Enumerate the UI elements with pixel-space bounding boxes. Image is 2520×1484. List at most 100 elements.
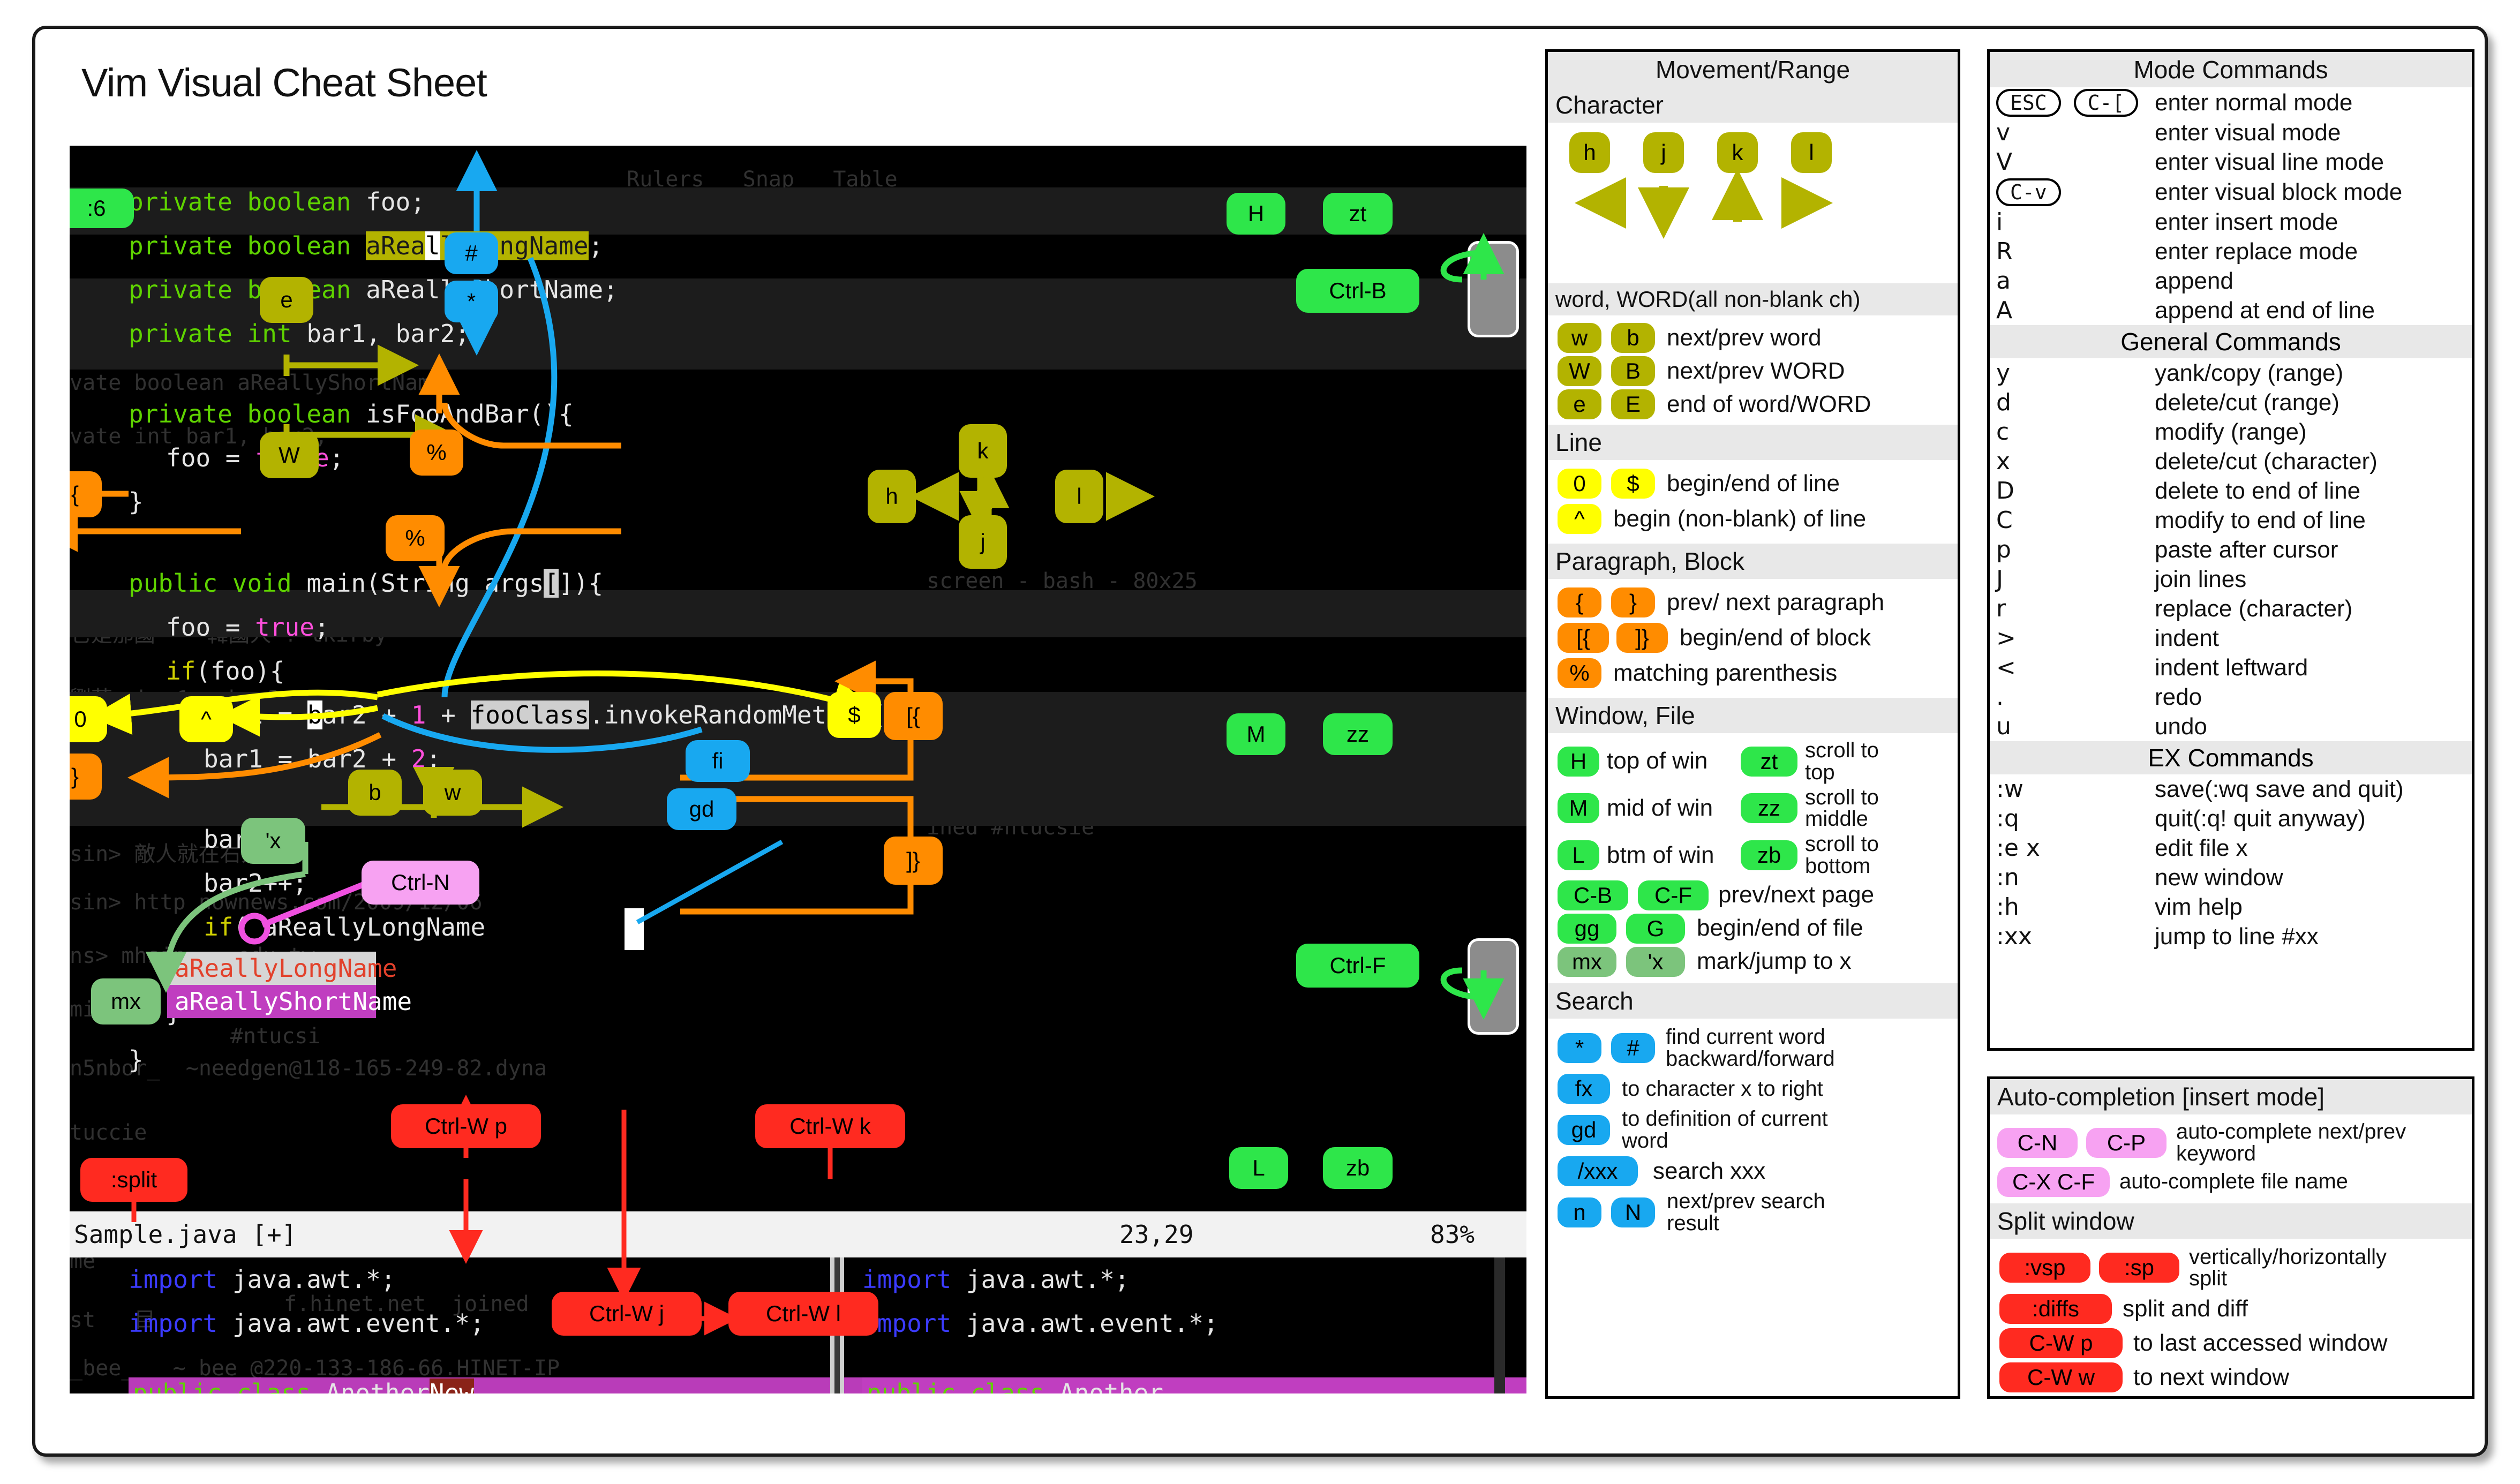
autocomplete-panel-title: Auto-completion [insert mode] <box>1990 1079 2472 1114</box>
badge-find-backward[interactable]: # <box>445 232 498 274</box>
key-zb[interactable]: zb <box>1741 840 1797 870</box>
badge-find-char[interactable]: fi <box>686 740 750 782</box>
key-star[interactable]: * <box>1558 1033 1601 1063</box>
key-ctrl-f[interactable]: C-F <box>1638 880 1709 910</box>
key-block-end[interactable]: ]} <box>1616 623 1668 653</box>
row-description: new window <box>2150 863 2472 892</box>
badge-window-down[interactable]: Ctrl-W j <box>552 1292 702 1336</box>
badge-forward-word[interactable]: w <box>423 770 482 816</box>
badge-top-of-window[interactable]: H <box>1227 193 1285 235</box>
character-direction-arrows <box>1548 123 1963 283</box>
key-R: R <box>1990 237 2150 266</box>
key-ctrl-w-p[interactable]: C-W p <box>1999 1328 2123 1358</box>
key-quote-x[interactable]: 'x <box>1626 947 1685 977</box>
badge-page-down[interactable]: Ctrl-F <box>1296 944 1419 988</box>
code-line: foo = true; <box>166 613 329 642</box>
badge-mid-of-window[interactable]: M <box>1227 713 1285 755</box>
key-diffs[interactable]: :diffs <box>1999 1294 2112 1324</box>
badge-next-paragraph[interactable]: } <box>70 754 102 800</box>
key-0[interactable]: 0 <box>1558 469 1601 499</box>
keycap-ctrl-bracket[interactable]: C-[ <box>2074 89 2139 117</box>
key-caret[interactable]: ^ <box>1558 504 1601 534</box>
badge-find-forward[interactable]: * <box>445 281 498 322</box>
key-percent[interactable]: % <box>1558 658 1601 688</box>
key-ctrl-x-ctrl-f[interactable]: C-X C-F <box>1997 1167 2110 1197</box>
key-slash-xxx[interactable]: /xxx <box>1558 1156 1638 1186</box>
key-ctrl-p[interactable]: C-P <box>2086 1128 2167 1158</box>
key-sp[interactable]: :sp <box>2099 1253 2179 1283</box>
badge-window-up[interactable]: Ctrl-W k <box>755 1104 905 1148</box>
key-M[interactable]: M <box>1558 793 1599 823</box>
key-fx[interactable]: fx <box>1558 1074 1610 1104</box>
key-brace-open[interactable]: { <box>1558 587 1601 617</box>
autocomplete-option[interactable]: aReallyLongName <box>167 952 376 985</box>
text-cursor <box>625 908 644 950</box>
keycap-esc[interactable]: ESC <box>1996 89 2061 117</box>
key-dollar[interactable]: $ <box>1611 469 1655 499</box>
key-block-begin[interactable]: [{ <box>1558 623 1609 653</box>
row-description: append <box>2150 266 2472 296</box>
badge-autocomplete[interactable]: Ctrl-N <box>362 861 479 905</box>
key-zz[interactable]: zz <box>1741 793 1797 823</box>
key-gg[interactable]: gg <box>1558 914 1616 944</box>
key-ctrl-w-w[interactable]: C-W w <box>1999 1362 2123 1392</box>
key-ctrl-n[interactable]: C-N <box>1997 1128 2078 1158</box>
badge-set-mark[interactable]: mx <box>91 978 161 1025</box>
badge-jump-line[interactable]: :6 <box>70 189 134 228</box>
badge-move-up-k[interactable]: k <box>959 424 1007 478</box>
badge-next-WORD[interactable]: W <box>260 432 319 478</box>
badge-matching-paren[interactable]: % <box>410 430 463 476</box>
key-brace-close[interactable]: } <box>1611 587 1655 617</box>
badge-scroll-bottom[interactable]: zb <box>1323 1147 1393 1189</box>
badge-jump-mark[interactable]: 'x <box>241 818 305 864</box>
key-hash[interactable]: # <box>1611 1033 1655 1063</box>
key-w[interactable]: w <box>1558 323 1601 353</box>
table-row: <indent leftward <box>1990 653 2472 682</box>
key-n[interactable]: n <box>1558 1197 1601 1227</box>
key-N[interactable]: N <box>1611 1197 1655 1227</box>
keycap-ctrl-v[interactable]: C-v <box>1996 178 2061 206</box>
row-description: indent leftward <box>2150 653 2472 682</box>
row-description: auto-complete file name <box>2119 1171 2350 1193</box>
row-description: scroll to middle <box>1805 787 1901 831</box>
section-header-character: Character <box>1548 87 1958 123</box>
badge-end-of-word[interactable]: e <box>260 277 313 323</box>
badge-page-up[interactable]: Ctrl-B <box>1296 269 1419 313</box>
key-e[interactable]: e <box>1558 389 1601 419</box>
autocomplete-option[interactable]: aReallyShortName <box>167 985 376 1018</box>
split-row: :vsp :sp vertically/horizontally split <box>1999 1246 2472 1290</box>
key-gd[interactable]: gd <box>1558 1115 1610 1145</box>
key-G[interactable]: G <box>1626 914 1685 944</box>
badge-window-right[interactable]: Ctrl-W l <box>728 1292 878 1336</box>
key-H[interactable]: H <box>1558 747 1599 777</box>
key-L[interactable]: L <box>1558 840 1599 870</box>
key-ctrl-b[interactable]: C-B <box>1558 880 1628 910</box>
badge-goto-definition[interactable]: gd <box>667 788 736 830</box>
key-mx[interactable]: mx <box>1558 947 1616 977</box>
badge-move-right-l[interactable]: l <box>1055 470 1103 523</box>
code-line: if(foo){ <box>166 657 285 685</box>
badge-matching-paren[interactable]: % <box>386 515 445 561</box>
badge-move-left-h[interactable]: h <box>868 470 916 523</box>
badge-btm-of-window[interactable]: L <box>1229 1147 1288 1189</box>
badge-line-end[interactable]: $ <box>828 692 881 738</box>
badge-split-command[interactable]: :split <box>80 1158 187 1202</box>
badge-window-prev[interactable]: Ctrl-W p <box>391 1104 541 1148</box>
badge-prev-paragraph[interactable]: { <box>70 471 102 517</box>
badge-move-down-j[interactable]: j <box>959 515 1007 569</box>
badge-scroll-top[interactable]: zt <box>1323 193 1393 235</box>
key-zt[interactable]: zt <box>1741 747 1797 777</box>
scrollbar-track[interactable] <box>1494 1257 1505 1393</box>
code-line: import java.awt.*; <box>129 1265 396 1294</box>
badge-line-nonblank[interactable]: ^ <box>179 696 233 742</box>
badge-block-end[interactable]: ]} <box>884 837 943 885</box>
key-W[interactable]: W <box>1558 356 1601 386</box>
key-B[interactable]: B <box>1611 356 1655 386</box>
badge-back-word[interactable]: b <box>348 770 402 816</box>
badge-scroll-middle[interactable]: zz <box>1323 713 1393 755</box>
key-vsp[interactable]: :vsp <box>1999 1253 2090 1283</box>
badge-block-begin[interactable]: [{ <box>884 692 943 740</box>
badge-line-begin[interactable]: 0 <box>70 696 107 742</box>
key-E[interactable]: E <box>1611 389 1655 419</box>
key-b[interactable]: b <box>1611 323 1655 353</box>
